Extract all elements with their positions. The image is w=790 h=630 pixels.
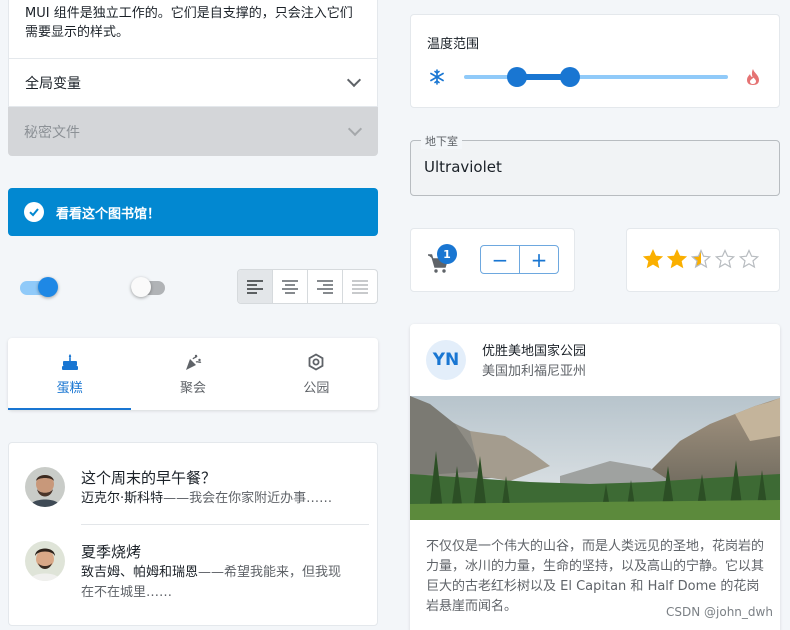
snowflake-icon: [430, 69, 444, 85]
star-icon[interactable]: [691, 249, 711, 269]
chevron-down-icon: [347, 121, 363, 137]
switch-on[interactable]: [20, 276, 58, 298]
star-icon[interactable]: [715, 249, 735, 269]
align-right-button[interactable]: [308, 270, 343, 303]
check-circle-icon: [24, 202, 44, 222]
celebration-icon: [185, 354, 202, 370]
tab-cake[interactable]: 蛋糕: [8, 338, 132, 410]
align-justify-button: [343, 270, 377, 303]
cake-icon: [61, 353, 78, 370]
avatar: [25, 467, 65, 507]
fire-icon: [747, 69, 759, 85]
list-item[interactable]: 这个周末的早午餐？ 迈克尔·斯科特——我会在你家附近办事……: [9, 467, 377, 509]
tab-cake-label: 蛋糕: [56, 380, 83, 396]
switch-thumb[interactable]: [131, 277, 151, 297]
increment-button[interactable]: +: [519, 246, 558, 273]
star-icon[interactable]: [667, 249, 687, 269]
align-justify-icon: [352, 279, 368, 294]
text-field-label: 地下室: [421, 133, 462, 149]
star-icon[interactable]: [739, 249, 759, 269]
list-item[interactable]: 夏季烧烤 致吉姆、帕姆和瑞恩——希望我能来，但我现在不在城里……: [9, 541, 377, 603]
text-field-value[interactable]: Ultraviolet: [424, 158, 502, 176]
list-item-preview: ——我会在你家附近办事……: [163, 491, 333, 506]
slider-thumb-low[interactable]: [506, 67, 527, 87]
align-left-icon: [247, 279, 263, 294]
accordion-secret-label: 秘密文件: [24, 124, 80, 141]
switch-off[interactable]: [131, 276, 169, 298]
card-subtitle: 美国加利福尼亚州: [482, 364, 587, 379]
slider-thumb-high[interactable]: [559, 67, 580, 87]
watermark: CSDN @john_dwh: [666, 605, 773, 619]
accordion-global-label: 全局变量: [25, 75, 81, 92]
info-alert: 看看这个图书馆！: [8, 188, 378, 236]
switch-thumb[interactable]: [38, 277, 58, 297]
decrement-button[interactable]: −: [481, 246, 519, 273]
quantity-stepper: − +: [480, 245, 559, 274]
slider-rail: [464, 75, 728, 79]
list-item-title: 这个周末的早午餐？: [81, 469, 217, 487]
align-center-icon: [282, 279, 298, 294]
yosemite-card: YN 优胜美地国家公园 美国加利福尼亚州 不仅仅是一个伟大的山谷，而是人类远见的…: [410, 324, 780, 630]
avatar: [25, 541, 65, 581]
avatar: YN: [426, 340, 466, 380]
tab-park-label: 公园: [303, 380, 330, 396]
accordion-global-variables[interactable]: 全局变量: [8, 58, 378, 107]
basement-text-field[interactable]: 地下室 Ultraviolet: [410, 133, 780, 196]
tab-park[interactable]: 公园: [255, 338, 378, 410]
align-right-icon: [317, 279, 333, 294]
chevron-down-icon: [346, 72, 362, 88]
star-rating[interactable]: [643, 249, 759, 269]
list-divider: [81, 524, 369, 525]
cart-card: 1 − +: [410, 228, 575, 292]
cart-badge: 1: [437, 244, 457, 264]
star-icon[interactable]: [643, 249, 663, 269]
accordion-intro-panel: MUI 组件是独立工作的。它们是自支撑的，只会注入它们需要显示的样式。: [8, 0, 378, 59]
accordion-secret-files: 秘密文件: [8, 107, 378, 156]
tab-party-label: 聚会: [179, 380, 206, 396]
text-align-toggle-group: [237, 269, 378, 304]
card-title: 优胜美地国家公园: [482, 344, 587, 359]
rating-card: [626, 228, 780, 292]
message-list: 这个周末的早午餐？ 迈克尔·斯科特——我会在你家附近办事…… 夏季烧烤 致吉姆、…: [8, 442, 378, 626]
tab-party[interactable]: 聚会: [131, 338, 254, 410]
icon-tabs: 蛋糕 聚会 公园: [8, 338, 378, 410]
list-item-author: 迈克尔·斯科特: [81, 491, 164, 506]
yosemite-image: [410, 396, 780, 520]
alert-message: 看看这个图书馆！: [56, 206, 161, 222]
park-icon: [308, 352, 324, 371]
temperature-slider-card: 温度范围: [410, 14, 780, 108]
accordion-intro-text: MUI 组件是独立工作的。它们是自支撑的，只会注入它们需要显示的样式。: [25, 6, 353, 40]
align-center-button[interactable]: [273, 270, 308, 303]
list-item-title: 夏季烧烤: [81, 543, 142, 561]
list-item-author: 致吉姆、帕姆和瑞恩: [81, 565, 199, 580]
align-left-button[interactable]: [238, 270, 273, 303]
slider-label: 温度范围: [427, 37, 480, 52]
